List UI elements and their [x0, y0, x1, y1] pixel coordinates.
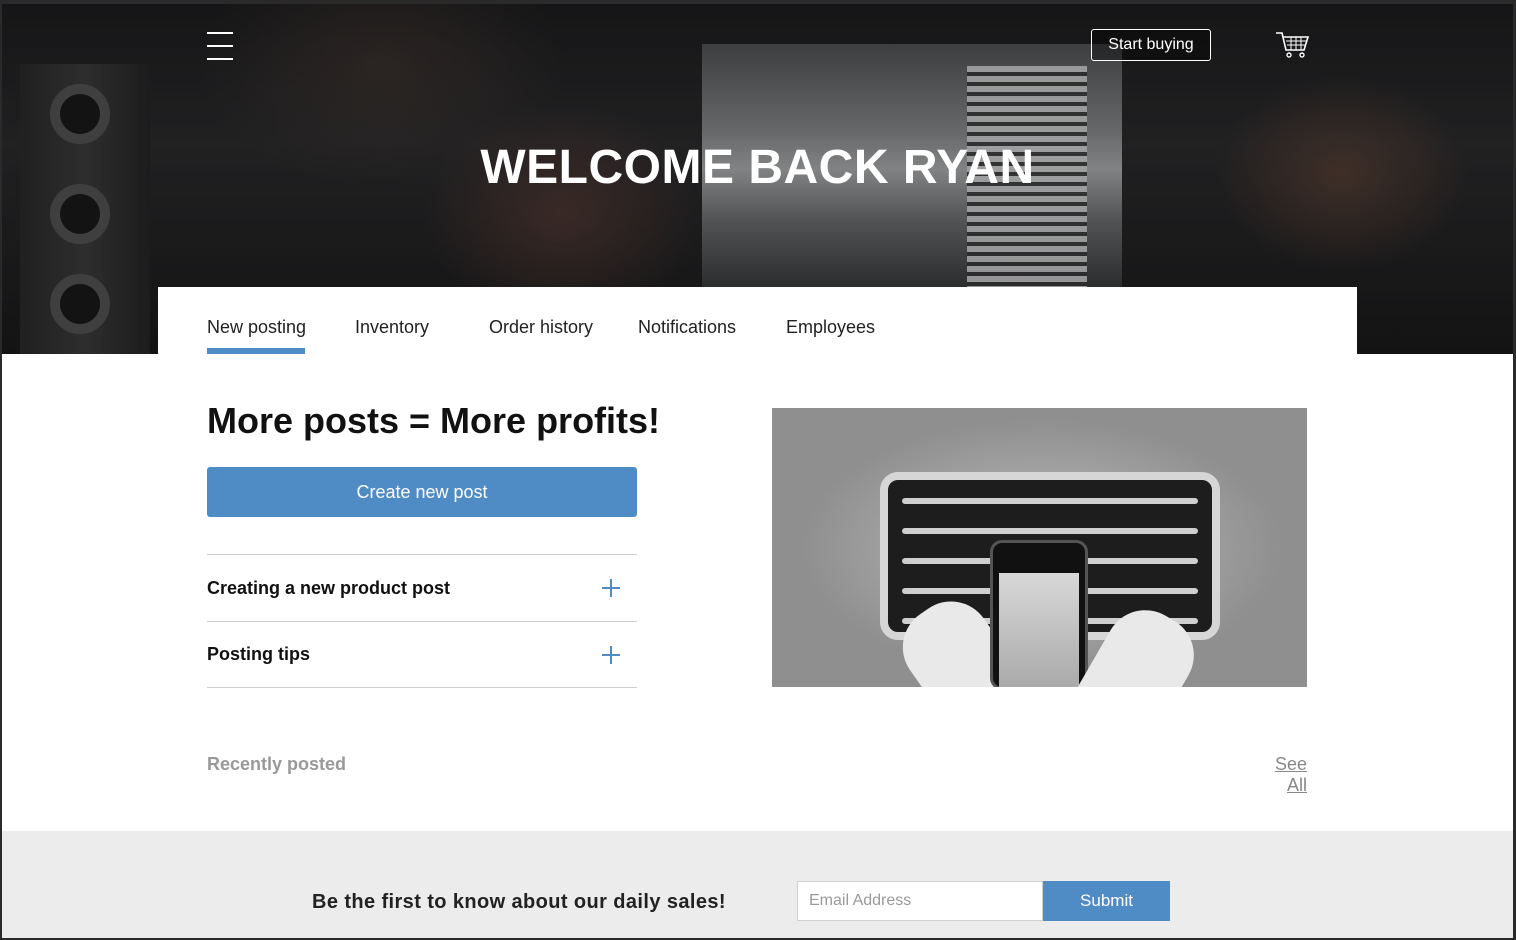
tab-inventory[interactable]: Inventory	[355, 317, 429, 338]
accordion-item-posting-tips[interactable]: Posting tips	[207, 621, 637, 688]
recently-posted-label: Recently posted	[207, 754, 347, 774]
tab-new-posting[interactable]: New posting	[207, 317, 306, 338]
plus-icon[interactable]	[601, 645, 621, 665]
photo-phone	[990, 540, 1088, 687]
accordion-item-creating-post[interactable]: Creating a new product post	[207, 554, 637, 621]
tab-bar: New posting Inventory Order history Noti…	[158, 287, 1357, 355]
create-new-post-button[interactable]: Create new post	[207, 467, 637, 517]
help-accordion: Creating a new product post Posting tips	[207, 554, 637, 688]
plus-icon[interactable]	[601, 578, 621, 598]
accordion-item-label: Posting tips	[207, 644, 310, 664]
see-all-link[interactable]: See All	[1252, 754, 1307, 796]
tab-order-history[interactable]: Order history	[489, 317, 593, 338]
tab-notifications[interactable]: Notifications	[638, 317, 736, 338]
email-field[interactable]	[797, 881, 1043, 921]
hamburger-menu-icon[interactable]	[207, 32, 233, 60]
shopping-cart-icon[interactable]	[1274, 30, 1310, 60]
newsletter-text: Be the first to know about our daily sal…	[312, 891, 726, 913]
active-tab-indicator	[207, 348, 305, 354]
page-title: WELCOME BACK RYAN	[480, 141, 1035, 194]
newsletter-bar: Be the first to know about our daily sal…	[2, 831, 1513, 938]
product-photo	[772, 408, 1307, 687]
accordion-item-label: Creating a new product post	[207, 577, 451, 598]
submit-button[interactable]: Submit	[1043, 881, 1170, 921]
start-buying-button[interactable]: Start buying	[1091, 29, 1211, 61]
tab-employees[interactable]: Employees	[786, 317, 875, 338]
section-headline: More posts = More profits!	[207, 400, 661, 441]
page-frame: Start buying WELCOME BACK RYAN New posti…	[2, 4, 1513, 938]
